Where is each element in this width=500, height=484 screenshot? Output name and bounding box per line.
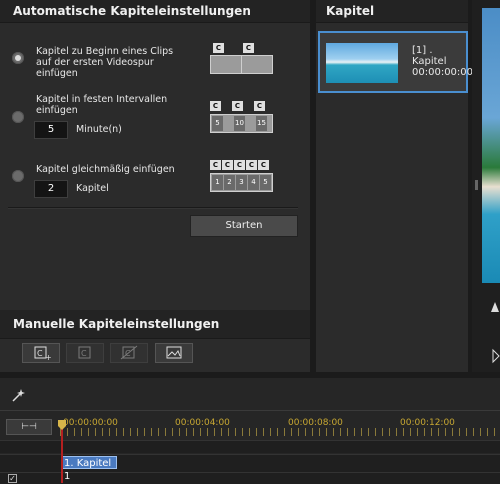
fit-timeline-button[interactable]: ⊢⊣: [6, 419, 52, 435]
chapter-count-unit-label: Kapitel: [76, 183, 109, 194]
chapter-marker[interactable]: 1. Kapitel 1: [61, 456, 117, 482]
splitter-handle[interactable]: [475, 180, 478, 190]
chapter-list-item[interactable]: [1] . Kapitel 00:00:00:00: [318, 31, 473, 93]
preview-image: [482, 8, 500, 283]
timecode-label: 00:00:12:00: [400, 418, 455, 428]
track-row: [0, 472, 500, 484]
remove-chapter-icon: C: [78, 346, 91, 359]
remove-all-chapters-icon: C: [120, 345, 138, 360]
add-chapter-button[interactable]: C +: [22, 343, 60, 363]
chapter-count-input[interactable]: 2: [34, 180, 68, 198]
option-even-distribution-label: Kapitel gleichmäßig einfügen: [36, 164, 175, 175]
option-clip-start-label: Kapitel zu Beginn eines Clips auf der er…: [36, 46, 174, 79]
interval-unit-label: Minute(n): [76, 124, 122, 135]
timeline-ruler[interactable]: [60, 428, 500, 436]
track-checkbox[interactable]: ✓: [8, 474, 17, 483]
timecode-label: 00:00:04:00: [175, 418, 230, 428]
radio-even-distribution[interactable]: [12, 170, 24, 182]
auto-chapter-header: Automatische Kapiteleinstellungen: [0, 0, 310, 23]
triangle-up-icon[interactable]: [490, 300, 500, 314]
set-thumbnail-icon: [166, 346, 182, 359]
start-button[interactable]: Starten: [190, 215, 298, 237]
chapter-time: 00:00:00:00: [412, 67, 474, 78]
chapter-name: [1] . Kapitel: [412, 45, 447, 67]
manual-chapter-header: Manuelle Kapiteleinstellungen: [0, 310, 310, 339]
timeline-area: ⊢⊣ 00:00:00:00 00:00:04:00 00:00:08:00 0…: [0, 378, 500, 484]
option-fixed-interval-label: Kapitel in festen Intervallen einfügen: [36, 94, 168, 116]
magic-wand-icon[interactable]: [10, 388, 26, 404]
interval-minutes-input[interactable]: 5: [34, 121, 68, 139]
track-row: [0, 440, 500, 453]
fit-timeline-icon: ⊢⊣: [21, 422, 37, 432]
svg-text:C: C: [37, 349, 43, 358]
svg-text:+: +: [45, 353, 52, 362]
timecode-label: 00:00:00:00: [63, 418, 118, 428]
remove-all-chapters-button[interactable]: C: [110, 343, 148, 363]
chapter-thumbnail: [326, 43, 398, 83]
timecode-label: 00:00:08:00: [288, 418, 343, 428]
radio-clip-start[interactable]: [12, 52, 24, 64]
options-divider: [8, 207, 298, 209]
preview-panel: [472, 0, 500, 372]
chapter-list-header: Kapitel: [316, 0, 468, 23]
radio-fixed-interval[interactable]: [12, 111, 24, 123]
remove-chapter-button[interactable]: C: [66, 343, 104, 363]
svg-text:C: C: [81, 349, 87, 358]
play-icon[interactable]: [492, 348, 500, 364]
playhead-line: [61, 422, 63, 483]
add-chapter-icon: C +: [34, 346, 52, 362]
set-thumbnail-button[interactable]: [155, 343, 193, 363]
